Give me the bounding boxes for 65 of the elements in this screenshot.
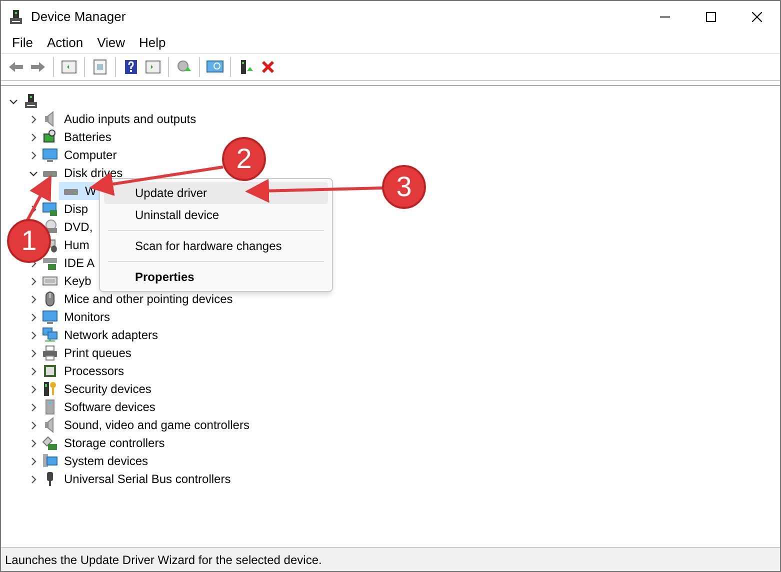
tree-item[interactable]: Storage controllers (62, 434, 167, 452)
tree-item[interactable]: Monitors (62, 308, 112, 326)
system-icon (42, 453, 58, 469)
status-text: Launches the Update Driver Wizard for the selected device. (5, 552, 322, 568)
tree-item[interactable]: DVD, (62, 218, 95, 236)
chevron-right-icon[interactable] (29, 456, 38, 466)
chevron-right-icon[interactable] (29, 204, 38, 214)
menu-item[interactable]: View (90, 32, 132, 52)
menu-item[interactable]: File (5, 32, 40, 52)
tree-item[interactable]: Network adapters (62, 326, 160, 344)
close-icon[interactable] (752, 12, 762, 22)
chevron-right-icon[interactable] (29, 276, 38, 286)
tree-item[interactable]: Sound, video and game controllers (62, 416, 252, 434)
maximize-icon[interactable] (706, 12, 716, 22)
annotation-arrow (26, 175, 52, 222)
chevron-right-icon[interactable] (29, 150, 38, 160)
tree-item[interactable]: Mice and other pointing devices (62, 290, 235, 308)
chevron-right-icon[interactable] (29, 474, 38, 484)
chevron-right-icon[interactable] (29, 366, 38, 376)
chevron-down-icon[interactable] (29, 168, 38, 178)
tree-item[interactable]: Computer (62, 146, 119, 164)
tree-item[interactable]: Hum (62, 236, 92, 254)
menu-item[interactable]: Help (132, 32, 173, 52)
chevron-right-icon[interactable] (29, 384, 38, 394)
tree-item[interactable]: Disp (62, 200, 90, 218)
app-icon (9, 8, 23, 24)
chevron-right-icon[interactable] (29, 312, 38, 322)
window-title: Device Manager (31, 8, 126, 26)
tree-item[interactable]: Keyb (62, 272, 94, 290)
step-marker: 2 (222, 137, 266, 181)
chevron-right-icon[interactable] (29, 438, 38, 448)
controller-card-icon (42, 255, 58, 271)
network-icon (42, 327, 58, 343)
tree-item[interactable]: Audio inputs and outputs (62, 110, 198, 128)
tree-item[interactable]: Security devices (62, 380, 154, 398)
battery-icon (42, 129, 58, 145)
storage-controller-icon (42, 435, 58, 451)
tree-item[interactable]: Print queues (62, 344, 134, 362)
tree-item[interactable]: Processors (62, 362, 126, 380)
context-menu-item[interactable]: Uninstall device (104, 204, 328, 226)
chevron-down-icon[interactable] (9, 96, 18, 106)
tree-item[interactable]: System devices (62, 452, 150, 470)
monitor-icon (42, 147, 58, 163)
display-adapter-icon (42, 201, 58, 217)
tree-item[interactable]: Batteries (62, 128, 114, 146)
step-marker: 1 (7, 219, 51, 263)
step-marker: 3 (382, 165, 426, 209)
chevron-right-icon[interactable] (29, 114, 38, 124)
tree-item[interactable]: IDE A (62, 254, 97, 272)
chevron-right-icon[interactable] (29, 330, 38, 340)
monitor-icon (42, 309, 58, 325)
key-icon (42, 381, 58, 397)
context-menu-item[interactable]: Scan for hardware changes (104, 235, 328, 257)
context-menu-item[interactable]: Properties (104, 266, 328, 288)
printer-icon (42, 345, 58, 361)
chevron-right-icon[interactable] (29, 348, 38, 358)
chevron-right-icon[interactable] (29, 132, 38, 142)
chevron-right-icon[interactable] (29, 294, 38, 304)
chevron-right-icon[interactable] (29, 402, 38, 412)
processor-icon (42, 363, 58, 379)
menu-item[interactable]: Action (40, 32, 90, 52)
computer-root-icon (24, 93, 38, 109)
tree-item[interactable]: Universal Serial Bus controllers (62, 470, 233, 488)
chevron-right-icon[interactable] (29, 420, 38, 430)
tree-item[interactable]: Software devices (62, 398, 158, 416)
